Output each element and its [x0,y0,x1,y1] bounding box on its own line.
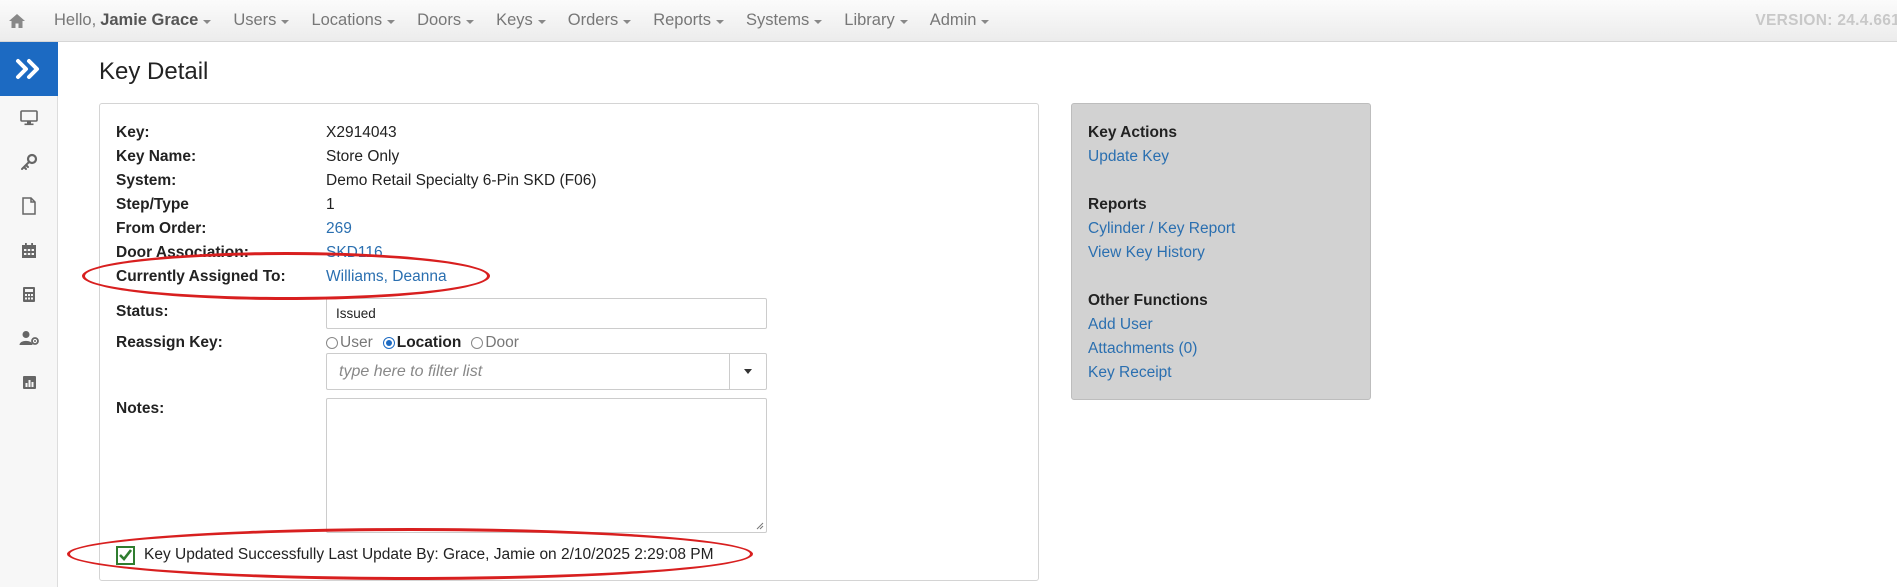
assigned-to-link[interactable]: Williams, Deanna [326,268,447,286]
radio-checked-icon[interactable] [382,337,395,349]
caret-down-icon [744,369,752,374]
nav-orders[interactable]: Orders [557,0,642,42]
home-icon[interactable] [0,0,34,42]
nav-doors[interactable]: Doors [406,0,485,42]
cylinder-key-report-link[interactable]: Cylinder / Key Report [1088,220,1235,238]
system-value: Demo Retail Specialty 6-Pin SKD (F06) [326,172,597,189]
user-menu[interactable]: Hello, Jamie Grace [43,0,222,42]
order-row: From Order: 269 [116,218,352,240]
reassign-filter-combo[interactable]: type here to filter list [326,353,767,390]
caret-down-icon [899,19,908,24]
radio-icon[interactable] [471,337,484,349]
caret-down-icon [281,19,290,24]
radio-location[interactable]: Location [382,334,461,352]
reports-heading: Reports [1088,196,1147,213]
other-functions-heading: Other Functions [1088,292,1208,309]
caret-down-icon [466,19,475,24]
calendar-icon[interactable] [0,228,58,272]
user-name: Jamie Grace [100,11,199,29]
status-label: Status: [116,303,169,320]
key-receipt-link[interactable]: Key Receipt [1088,364,1172,382]
key-value: X2914043 [326,124,397,141]
nav-users[interactable]: Users [222,0,300,42]
notes-row: Notes: [116,398,326,420]
filter-input[interactable]: type here to filter list [327,354,729,389]
checkbox-checked-icon [116,545,135,565]
step-row: Step/Type 1 [116,194,335,216]
monitor-icon[interactable] [0,96,58,140]
key-row: Key: X2914043 [116,122,397,144]
key-detail-panel: Key: X2914043 Key Name: Store Only Syste… [99,103,1039,581]
top-navbar: Hello, Jamie Grace Users Locations Doors… [0,0,1897,42]
radio-door[interactable]: Door [471,334,519,352]
notes-label: Notes: [116,400,165,417]
nav-reports[interactable]: Reports [642,0,735,42]
step-type-label: Step/Type [116,196,189,213]
attachments-link[interactable]: Attachments (0) [1088,340,1197,358]
radio-icon[interactable] [326,337,338,349]
success-text: Key Updated Successfully Last Update By:… [144,546,714,563]
door-association-label: Door Association: [116,244,249,261]
door-association-link[interactable]: SKD116 [326,244,383,262]
from-order-link[interactable]: 269 [326,220,352,238]
radio-user[interactable]: User [326,334,373,352]
status-row: Status: [116,301,326,323]
greeting-text: Hello, [54,11,97,29]
version-label: VERSION: 24.4.6617 [1755,12,1897,29]
key-actions-heading: Key Actions [1088,124,1178,141]
caret-down-icon [623,19,632,24]
update-key-link[interactable]: Update Key [1088,148,1169,166]
add-user-link[interactable]: Add User [1088,316,1153,334]
door-row: Door Association: SKD116 [116,242,383,264]
assigned-to-label: Currently Assigned To: [116,268,286,285]
caret-down-icon [203,19,212,24]
reassign-key-label: Reassign Key: [116,334,223,351]
notes-textarea[interactable] [326,398,767,533]
reassign-row: Reassign Key: [116,332,326,354]
status-field[interactable]: Issued [326,298,767,329]
calculator-icon[interactable] [0,272,58,316]
nav-library[interactable]: Library [833,0,918,42]
user-settings-icon[interactable] [0,316,58,360]
from-order-label: From Order: [116,220,207,237]
step-type-value: 1 [326,196,335,213]
caret-down-icon [537,19,546,24]
caret-down-icon [716,19,724,24]
assigned-row: Currently Assigned To: Williams, Deanna [116,266,447,288]
view-key-history-link[interactable]: View Key History [1088,244,1205,262]
key-name-value: Store Only [326,148,400,165]
key-actions-panel: Key Actions Update Key Reports Cylinder … [1071,103,1371,400]
sidebar [0,42,58,587]
key-name-label: Key Name: [116,148,197,165]
nav-admin[interactable]: Admin [919,0,1001,42]
nav-keys[interactable]: Keys [485,0,557,42]
caret-down-icon [387,19,396,24]
key-name-row: Key Name: Store Only [116,146,399,168]
chevrons-right-icon[interactable] [0,42,58,96]
caret-down-icon [981,19,990,24]
system-row: System: Demo Retail Specialty 6-Pin SKD … [116,170,597,192]
nav-locations[interactable]: Locations [300,0,406,42]
nav-systems[interactable]: Systems [735,0,833,42]
dropdown-toggle[interactable] [729,354,766,389]
caret-down-icon [814,19,823,24]
success-message: Key Updated Successfully Last Update By:… [116,544,714,566]
report-chart-icon[interactable] [0,360,58,404]
key-icon[interactable] [0,140,58,184]
system-label: System: [116,172,177,189]
resize-grip-icon[interactable] [755,521,764,530]
document-icon[interactable] [0,184,58,228]
key-label: Key: [116,124,150,141]
page-title: Key Detail [99,58,209,85]
reassign-radio-group: User Location Door [326,332,529,354]
